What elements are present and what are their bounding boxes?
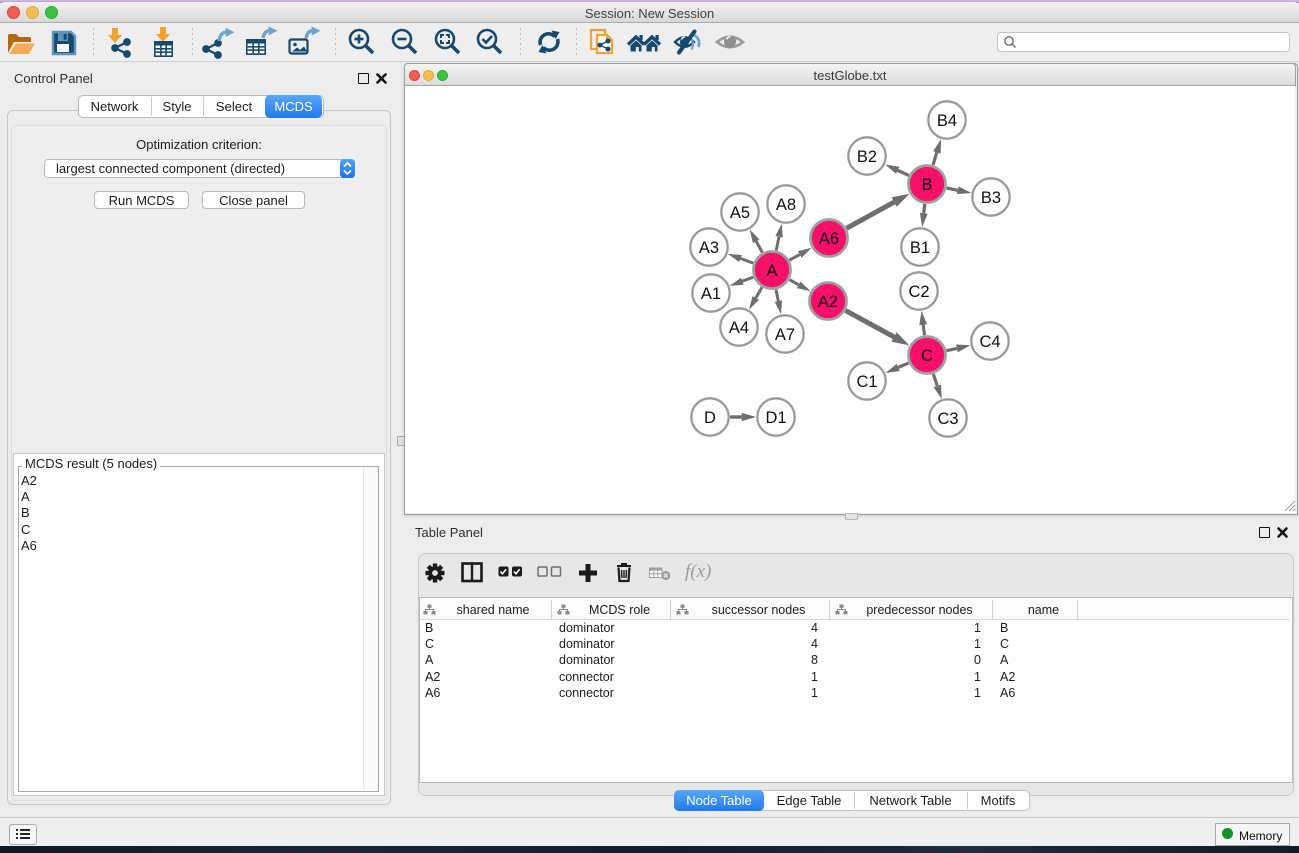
svg-text:A6: A6 <box>819 230 839 248</box>
svg-text:A5: A5 <box>730 204 750 222</box>
svg-text:A4: A4 <box>729 319 749 337</box>
svg-text:A8: A8 <box>776 196 796 214</box>
svg-text:A3: A3 <box>699 239 719 257</box>
svg-text:C: C <box>921 347 933 365</box>
svg-text:D: D <box>704 409 716 427</box>
svg-text:A1: A1 <box>701 285 721 303</box>
svg-text:C2: C2 <box>908 283 929 301</box>
svg-text:C4: C4 <box>979 333 1000 351</box>
svg-text:B2: B2 <box>857 148 877 166</box>
svg-text:A: A <box>766 262 777 280</box>
svg-text:B3: B3 <box>981 189 1001 207</box>
svg-text:A2: A2 <box>818 293 838 311</box>
svg-text:C1: C1 <box>856 373 877 391</box>
svg-text:C3: C3 <box>937 410 958 428</box>
svg-text:B: B <box>921 176 932 194</box>
svg-text:B4: B4 <box>937 112 957 130</box>
svg-text:B1: B1 <box>910 239 930 257</box>
svg-text:D1: D1 <box>765 409 786 427</box>
svg-text:A7: A7 <box>775 326 795 344</box>
